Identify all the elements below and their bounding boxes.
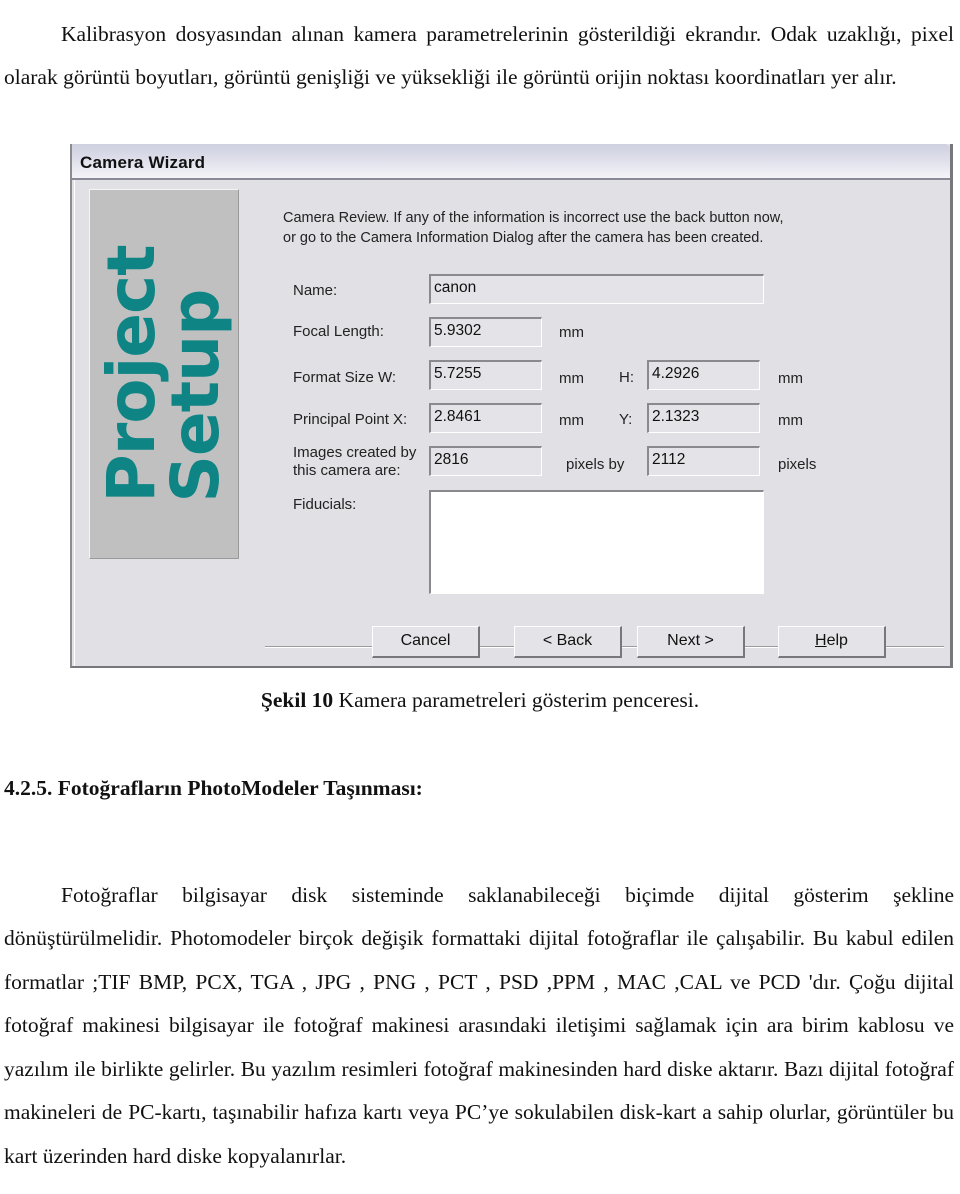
figure-caption-text: Kamera parametreleri gösterim penceresi. xyxy=(333,688,700,712)
figure-caption-label: Şekil 10 xyxy=(260,688,334,712)
body-paragraph-text: Fotoğraflar bilgisayar disk sisteminde s… xyxy=(4,882,954,1168)
section-heading: 4.2.5. Fotoğrafların PhotoModeler Taşınm… xyxy=(4,776,423,800)
format-size-h-label: H: xyxy=(619,369,634,386)
image-size-label-line-1: Images created by xyxy=(293,444,417,461)
help-label-rest: elp xyxy=(826,632,848,649)
image-width-field[interactable]: 2816 xyxy=(429,446,542,476)
fiducials-field[interactable] xyxy=(429,490,764,594)
focal-length-field[interactable]: 5.9302 xyxy=(429,317,542,347)
help-button[interactable]: Help xyxy=(778,626,886,658)
focal-length-label: Focal Length: xyxy=(293,323,384,340)
principal-point-x-label: Principal Point X: xyxy=(293,411,408,428)
format-size-h-unit: mm xyxy=(778,370,803,387)
body-paragraph: Fotoğraflar bilgisayar disk sisteminde s… xyxy=(4,874,954,1179)
banner-text: Project Setup xyxy=(93,245,234,503)
pixels-by-label: pixels by xyxy=(566,456,625,473)
instructions-line-2: or go to the Camera Information Dialog a… xyxy=(283,230,764,246)
name-label: Name: xyxy=(293,282,338,299)
help-mnemonic: H xyxy=(815,632,827,649)
pixels-unit: pixels xyxy=(778,456,817,473)
dialog-titlebar[interactable]: Camera Wizard xyxy=(72,144,950,180)
intro-paragraph: Kalibrasyon dosyasından alınan kamera pa… xyxy=(4,13,954,100)
instructions-line-1: Camera Review. If any of the information… xyxy=(283,210,784,226)
image-height-field[interactable]: 2112 xyxy=(647,446,760,476)
principal-point-y-unit: mm xyxy=(778,412,803,429)
principal-point-x-field[interactable]: 2.8461 xyxy=(429,403,542,433)
back-button[interactable]: < Back xyxy=(514,626,622,658)
format-size-w-field[interactable]: 5.7255 xyxy=(429,360,542,390)
dialog-body: Project Setup Camera Review. If any of t… xyxy=(74,180,950,666)
camera-review-instructions: Camera Review. If any of the information… xyxy=(283,208,784,248)
intro-paragraph-text: Kalibrasyon dosyasından alınan kamera pa… xyxy=(4,21,954,90)
image-size-label: Images created by this camera are: xyxy=(293,444,416,480)
next-button[interactable]: Next > xyxy=(637,626,745,658)
principal-point-y-field[interactable]: 2.1323 xyxy=(647,403,760,433)
dialog-title: Camera Wizard xyxy=(80,153,206,172)
banner-line-project: Project xyxy=(93,245,170,503)
format-size-w-unit: mm xyxy=(559,370,584,387)
figure-caption: Şekil 10 Kamera parametreleri gösterim p… xyxy=(0,688,960,713)
principal-point-y-label: Y: xyxy=(619,411,633,428)
format-size-h-field[interactable]: 4.2926 xyxy=(647,360,760,390)
format-size-w-label: Format Size W: xyxy=(293,369,397,386)
banner-line-setup: Setup xyxy=(157,289,234,503)
project-setup-banner: Project Setup xyxy=(89,189,239,559)
fiducials-label: Fiducials: xyxy=(293,496,357,513)
principal-point-x-unit: mm xyxy=(559,412,584,429)
name-field[interactable]: canon xyxy=(429,274,764,304)
cancel-button[interactable]: Cancel xyxy=(372,626,480,658)
camera-wizard-dialog: Camera Wizard Project Setup Camera Revie… xyxy=(70,144,953,668)
focal-length-unit: mm xyxy=(559,324,584,341)
image-size-label-line-2: this camera are: xyxy=(293,462,401,479)
